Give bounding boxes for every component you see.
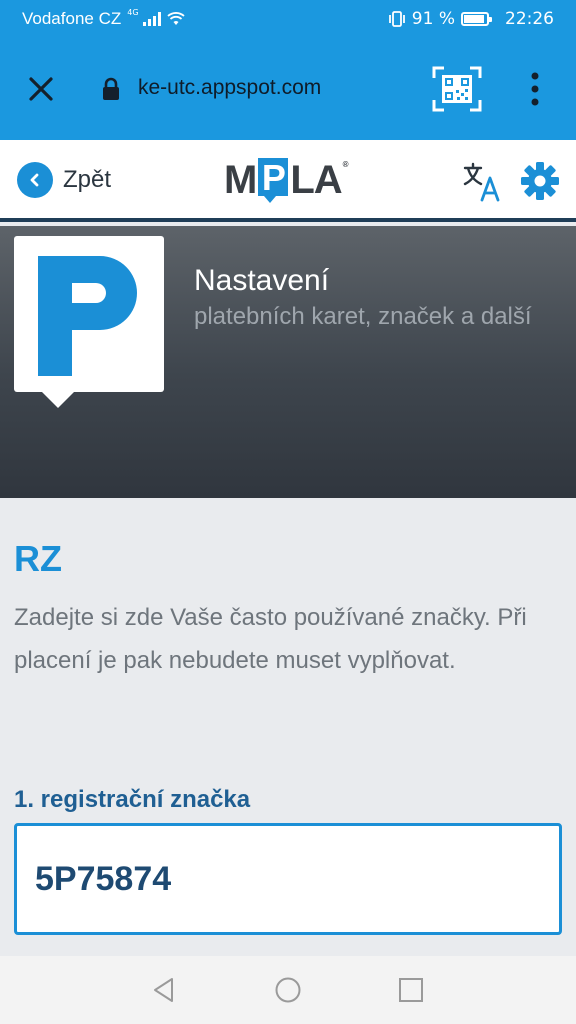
logo-registered-mark: ® [342,160,349,169]
lock-icon [103,77,119,100]
home-circle-icon[interactable] [274,976,302,1004]
logo-text-la: LA [290,158,342,202]
clock-label: 22:26 [505,9,554,29]
hero-subtitle: platebních karet, značek a další [194,303,532,330]
back-label: Zpět [63,166,112,193]
logo-p-mark: P [258,158,289,203]
battery-icon [461,12,492,26]
url-field[interactable]: ke-utc.appspot.com [138,76,321,100]
back-button[interactable]: Zpět [17,162,111,198]
close-icon[interactable] [26,74,56,104]
app-header: Zpět M P LA ® [0,140,576,222]
translate-icon[interactable] [462,160,502,202]
battery-level-fill [464,15,485,23]
battery-percent-label: 91 % [411,9,455,29]
signal-icon [142,12,161,26]
system-nav-bar [0,956,576,1024]
network-type-label: 4G [127,7,139,17]
plate-field-label: 1. registrační značka [14,786,251,813]
app-logo: M P LA ® [224,158,349,204]
chevron-left-icon [17,162,53,198]
gear-icon[interactable] [520,161,560,201]
status-left: Vodafone CZ 4G [22,7,185,29]
status-right: 91 % 22:26 [388,9,554,29]
recents-square-icon[interactable] [397,976,425,1004]
settings-content: RZ Zadejte si zde Vaše často používané z… [0,498,576,956]
parking-logo-tile [14,236,164,408]
logo-text-m: M [224,158,257,202]
qr-code-icon[interactable] [432,66,482,112]
back-triangle-icon[interactable] [150,976,178,1004]
wifi-icon [166,12,185,25]
status-bar: Vodafone CZ 4G 91 % 22:26 [0,0,576,38]
hero-title: Nastavení [194,264,330,297]
vibrate-icon [388,11,405,27]
more-vert-icon[interactable] [526,70,544,108]
section-title: RZ [14,538,62,579]
parking-p-icon [38,256,137,376]
screen: Vodafone CZ 4G 91 % 22:26 ke-utc.appspot… [0,0,576,1024]
browser-toolbar: ke-utc.appspot.com [0,38,576,140]
plate-1-input[interactable] [14,823,562,935]
carrier-label: Vodafone CZ [22,9,122,28]
section-description: Zadejte si zde Vaše často používané znač… [14,604,527,674]
hero-banner: Nastavení platebních karet, značek a dal… [0,226,576,498]
